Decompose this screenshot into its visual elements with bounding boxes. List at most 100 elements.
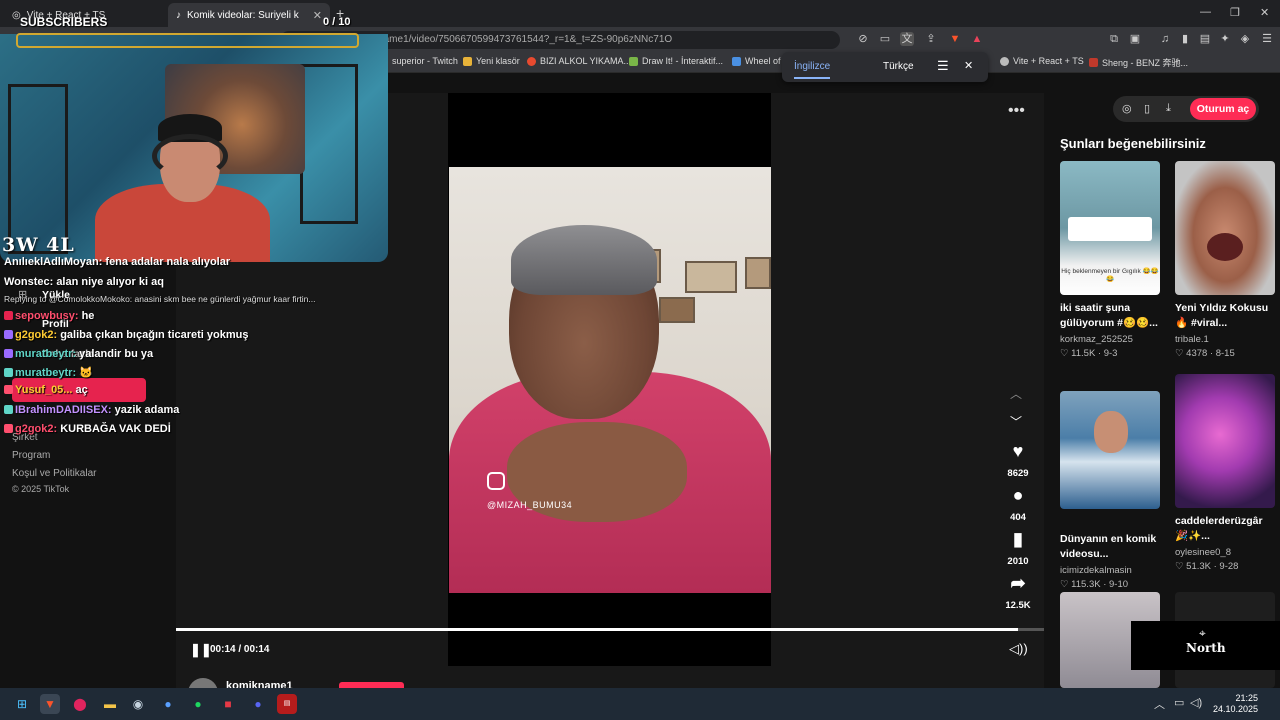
webcam-overlay	[0, 34, 388, 262]
bookmark-label: Vite + React + TS	[1013, 56, 1084, 66]
app-icon[interactable]: ▤	[277, 694, 297, 714]
share-icon[interactable]: ⇪	[924, 32, 938, 46]
video-thumbnail	[1175, 374, 1275, 508]
draw-icon	[629, 56, 638, 66]
bookmark-label: superior - Twitch	[392, 56, 458, 66]
media-icon[interactable]: ♫	[1158, 32, 1172, 46]
more-options-icon[interactable]: •••	[1008, 102, 1025, 120]
pause-icon[interactable]: ❚❚	[190, 642, 212, 658]
browser-icon[interactable]: ●	[158, 694, 178, 714]
chat-username: AnılıeklAdlıMoyan:	[4, 256, 103, 268]
translate-menu-icon[interactable]: ☰	[937, 58, 949, 74]
no-tracking-icon[interactable]: ⊘	[856, 32, 870, 46]
video-frame[interactable]: @MIZAH_BUMU34	[449, 167, 771, 593]
vpn-icon[interactable]: ◈	[1238, 32, 1252, 46]
highlight-frame	[16, 33, 359, 48]
bookmark-label: BIZI ALKOL YIKAMA...	[540, 56, 632, 66]
chat-text: he	[81, 310, 95, 322]
heart-icon: ♥	[1012, 441, 1024, 461]
recommended-video-card[interactable]: Yeni Yıldız Kokusu 🔥 #viral... tribale.1…	[1175, 161, 1275, 359]
video-stats: ♡ 115.3K · 9-10	[1060, 579, 1129, 590]
video-caption: iki saatir şuna gülüyorum #🥴🥴...	[1060, 302, 1158, 329]
tab-strip: ◎ Vite + React + TS ♪ Komik videolar: Su…	[0, 0, 1280, 27]
login-button[interactable]: Oturum aç	[1190, 98, 1256, 120]
cast-icon[interactable]: ▭	[878, 32, 892, 46]
brave-icon[interactable]: ▼	[40, 694, 60, 714]
brave-rewards-icon[interactable]: ▲	[970, 32, 984, 46]
close-window-icon[interactable]: ✕	[1260, 6, 1269, 19]
screenshot-icon[interactable]: ▣	[1128, 32, 1142, 46]
screen: ◎ Vite + React + TS ♪ Komik videolar: Su…	[0, 0, 1280, 720]
chat-username: muratbeytr:	[15, 348, 77, 360]
volume-icon[interactable]: ◁))	[1009, 641, 1028, 657]
bookmark-3[interactable]: Draw It! - İnteraktif...	[629, 56, 723, 66]
sidebar-icon[interactable]: ▮	[1178, 32, 1192, 46]
bookmark-2[interactable]: BIZI ALKOL YIKAMA...	[527, 56, 631, 66]
windows-start-icon[interactable]: ⊞	[12, 694, 32, 714]
like-button[interactable]: ♥ 8629	[1000, 441, 1036, 479]
share-arrow-icon: ➦	[1010, 573, 1026, 593]
comment-bubble	[1068, 217, 1152, 241]
network-icon[interactable]: ▭	[1174, 696, 1184, 709]
instagram-icon	[487, 472, 505, 490]
video-thumbnail: Hiç beklenmeyen bir Gıgılık 😂😂😂	[1060, 161, 1160, 295]
download-icon[interactable]: ⤓	[1166, 102, 1171, 115]
clock[interactable]: 21:25 24.10.2025	[1213, 693, 1258, 715]
compass-icon[interactable]: ◎	[1122, 102, 1132, 115]
leo-icon[interactable]: ✦	[1218, 32, 1232, 46]
chat-text: aç	[75, 384, 88, 396]
bookmark-0[interactable]: superior - Twitch	[392, 56, 458, 66]
progress-bar[interactable]	[176, 628, 1044, 631]
share-button[interactable]: ➦ 12.5K	[1000, 573, 1036, 611]
chat-text: galiba çıkan bıçağın ticareti yokmuş	[60, 329, 249, 341]
map-pin-icon[interactable]: ⬤	[70, 694, 90, 714]
bookmark-5[interactable]: Vite + React + TS	[1000, 56, 1084, 66]
recommended-video-card[interactable]: Hiç beklenmeyen bir Gıgılık 😂😂😂 iki saat…	[1060, 161, 1160, 359]
chat-message: Yusuf_05... aç	[4, 384, 88, 396]
recommended-video-card[interactable]: Dünyanın en komik videosu... icimizdekal…	[1060, 374, 1160, 590]
bookmark-6[interactable]: Sheng - BENZ 奔驰...	[1089, 56, 1188, 69]
menu-icon[interactable]: ☰	[1260, 32, 1274, 46]
translate-lang-english[interactable]: İngilizce	[794, 61, 831, 79]
file-explorer-icon[interactable]: ▬	[100, 694, 120, 714]
discord-icon[interactable]: ●	[248, 694, 268, 714]
comment-icon: ●	[1012, 485, 1024, 505]
steam-icon[interactable]: ◉	[128, 694, 148, 714]
recommended-video-card[interactable]: caddelerderüzgâr 🎉✨... oylesinee0_8 ♡ 51…	[1175, 374, 1275, 572]
tray-chevron-icon[interactable]: ︿	[1154, 696, 1165, 712]
phone-icon[interactable]: ▯	[1144, 102, 1150, 115]
wallet-icon[interactable]: ▤	[1198, 32, 1212, 46]
translate-close-icon[interactable]: ✕	[964, 59, 973, 72]
chat-message: IBrahimDADIISEX: yazik adama	[4, 404, 179, 416]
bookmark-4[interactable]: Wheel of N	[732, 56, 790, 66]
next-video-icon[interactable]: ﹀	[1010, 413, 1022, 430]
maximize-icon[interactable]: ❐	[1230, 6, 1240, 19]
close-tab-icon[interactable]: ✕	[313, 9, 322, 22]
chat-message: Wonstec: alan niye alıyor ki aq	[4, 276, 164, 288]
minimize-icon[interactable]: —	[1200, 6, 1211, 18]
folder-icon	[463, 56, 472, 66]
compass-overlay: ⌖ North	[1131, 621, 1280, 670]
spotify-icon[interactable]: ●	[188, 694, 208, 714]
app-icon[interactable]: ■	[218, 694, 238, 714]
save-button[interactable]: ▮ 2010	[1000, 529, 1036, 567]
video-user: tribale.1	[1175, 334, 1209, 345]
extensions-icon[interactable]: ⧉	[1107, 32, 1121, 46]
clock-time: 21:25	[1235, 693, 1259, 703]
chat-username: g2gok2:	[15, 423, 58, 435]
translate-lang-turkish[interactable]: Türkçe	[883, 61, 914, 72]
tab-tiktok[interactable]: ♪ Komik videolar: Suriyeli kadın ✕	[168, 3, 330, 27]
previous-video-icon[interactable]: ︿	[1010, 385, 1022, 402]
footer-program[interactable]: Program	[12, 450, 50, 461]
brave-shield-icon[interactable]: ▼	[948, 32, 962, 46]
bookmark-1[interactable]: Yeni klasör	[463, 56, 520, 66]
comment-button[interactable]: ● 404	[1000, 485, 1036, 523]
footer-terms[interactable]: Koşul ve Politikalar	[12, 468, 96, 479]
chat-badge-icon	[4, 424, 13, 433]
win-loss-score: 3W 4L	[2, 234, 75, 256]
progress-fill	[176, 628, 1018, 631]
taskbar: ⊞ ▼ ⬤ ▬ ◉ ● ● ■ ● ▤ ︿ ▭ ◁) 21:25 24.10.2…	[0, 688, 1280, 720]
speaker-icon[interactable]: ◁)	[1190, 696, 1202, 709]
translate-icon[interactable]: 文	[900, 32, 914, 46]
chat-username: g2gok2:	[15, 329, 58, 341]
